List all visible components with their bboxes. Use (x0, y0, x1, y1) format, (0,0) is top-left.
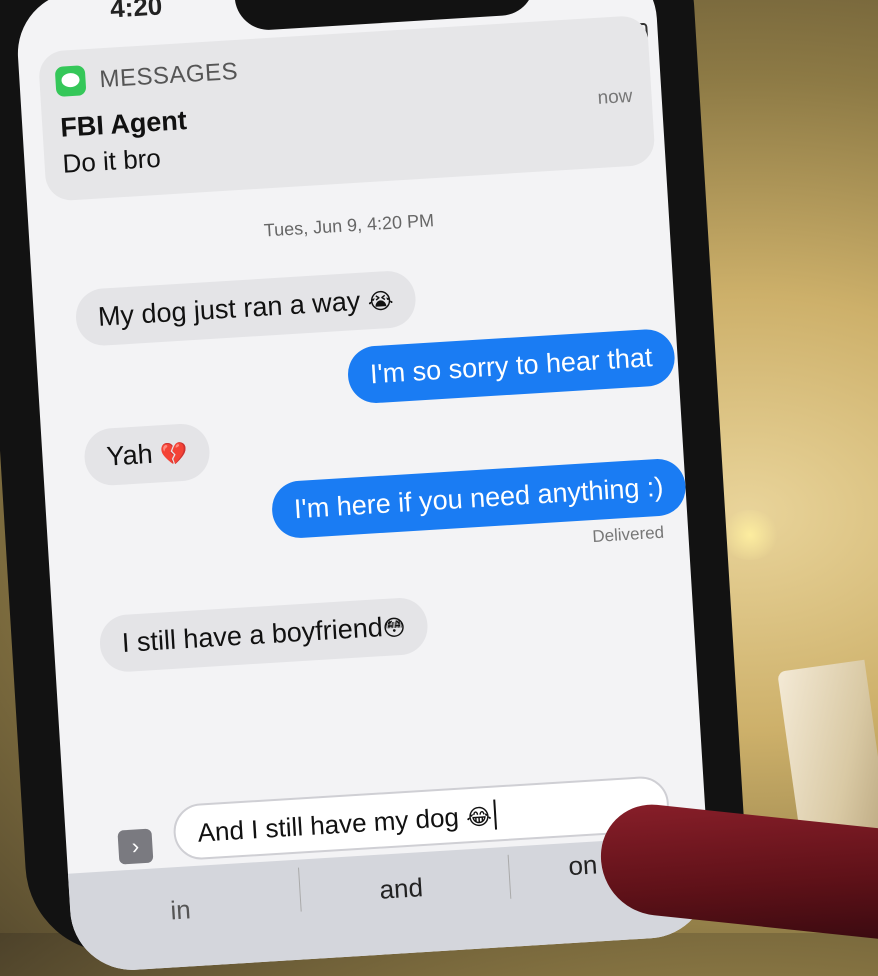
suggestion-divider (298, 867, 302, 912)
message-bubble-incoming[interactable]: I still have a boyfriend😳 (98, 596, 430, 674)
broken-heart-emoji: 💔 (159, 441, 189, 469)
suggestion-3[interactable]: on (568, 849, 599, 882)
suggestion-1[interactable]: in (169, 894, 191, 926)
message-bubble-incoming[interactable]: Yah 💔 (82, 422, 212, 487)
message-text: Yah (105, 438, 154, 472)
suggestion-divider (507, 854, 512, 899)
laughing-tears-emoji: 😂 (465, 804, 493, 832)
notification-time: now (596, 85, 634, 109)
background-light (720, 510, 780, 560)
text-cursor (492, 799, 497, 830)
apps-chevron-button[interactable]: › (117, 828, 154, 865)
delivered-status: Delivered (591, 522, 665, 547)
notification-sender: FBI Agent (59, 105, 188, 143)
crying-face-emoji: 😭 (367, 288, 395, 316)
input-value: And I still have my dog (196, 801, 460, 848)
message-input-text: And I still have my dog 😂 (196, 799, 497, 849)
message-bubble-outgoing[interactable]: I'm so sorry to hear that (346, 327, 677, 405)
flushed-face-emoji: 😳 (382, 615, 407, 643)
notification-body: Do it bro (61, 142, 162, 179)
message-bubble-incoming[interactable]: My dog just ran a way 😭 (74, 269, 418, 348)
messages-app-icon (54, 65, 87, 97)
notification-app-name: MESSAGES (98, 57, 239, 94)
suggestion-2[interactable]: and (379, 872, 424, 906)
status-time: 4:20 (109, 0, 164, 24)
message-text: My dog just ran a way (97, 285, 362, 332)
thread-timestamp: Tues, Jun 9, 4:20 PM (263, 210, 435, 241)
message-text: I'm so sorry to hear that (369, 342, 654, 390)
message-text: I still have a boyfriend (121, 612, 384, 658)
message-text: I'm here if you need anything :) (293, 471, 665, 525)
